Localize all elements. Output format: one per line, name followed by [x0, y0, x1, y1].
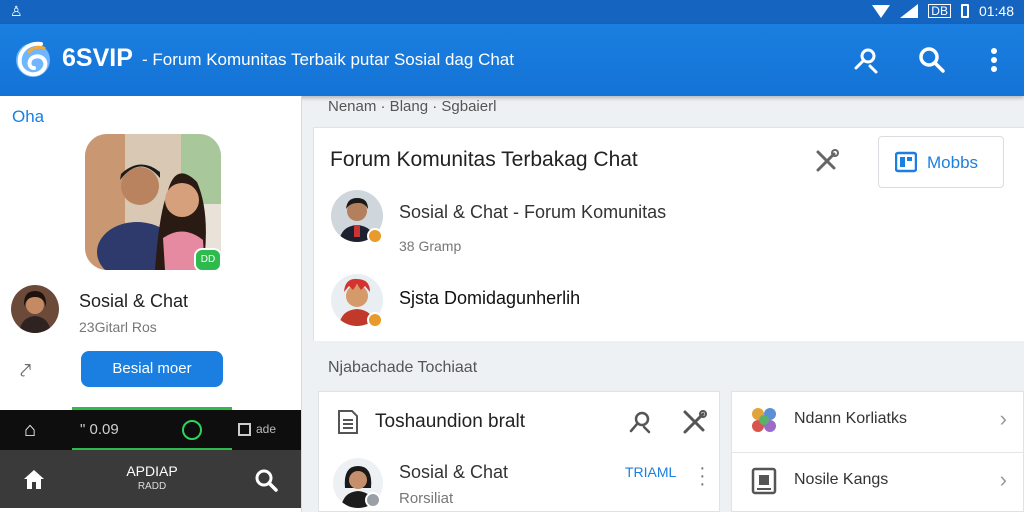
app-brand: 6SVIP	[62, 44, 133, 72]
thread-card-title: Toshaundion bralt	[375, 411, 525, 432]
square-icon[interactable]	[238, 423, 251, 436]
tools-icon[interactable]	[681, 408, 709, 436]
search-icon[interactable]	[254, 468, 278, 492]
mobile-app-icon	[895, 151, 917, 173]
row-title[interactable]: Sjsta Domidagunherlih	[399, 288, 580, 309]
bottom-nav-center-label: APDIAP	[126, 463, 178, 479]
profile-name: Sosial & Chat	[79, 291, 189, 311]
community-icon	[752, 408, 776, 432]
app-subtitle: - Forum Komunitas Terbaik putar Sosial d…	[142, 50, 514, 69]
sidebar-title: Oha	[12, 107, 45, 126]
section-title: Njabachade Tochiaat	[328, 359, 478, 376]
search-person-icon[interactable]	[627, 408, 655, 436]
bottom-nav-center[interactable]: APDIAP RADD	[110, 464, 194, 494]
thread-tab-link[interactable]: TRIAML	[625, 464, 676, 480]
player-time: " 0.09	[80, 421, 119, 438]
primary-action-button[interactable]: Besial moer	[81, 351, 223, 387]
row-title[interactable]: Sosial & Chat - Forum Komunitas	[399, 202, 666, 223]
media-player: ⌂ " 0.09 ade	[0, 407, 301, 450]
profile-avatar[interactable]	[11, 285, 59, 333]
profile-meta: 23Gitarl Ros	[79, 319, 157, 335]
player-right-label: ade	[256, 422, 277, 436]
link-row[interactable]: Nosile Kangs ›	[732, 452, 1024, 510]
search-icon[interactable]	[916, 44, 948, 76]
record-icon[interactable]	[182, 420, 202, 440]
wifi-icon	[872, 4, 891, 18]
home-outline-icon[interactable]: ⌂	[24, 419, 36, 442]
status-time: 01:48	[978, 3, 1014, 19]
status-icons: DB 01:48	[872, 3, 1014, 19]
bottom-nav-center-sub: RADD	[137, 481, 167, 492]
chevron-right-icon: ›	[999, 406, 1007, 431]
verified-badge	[367, 312, 383, 328]
player-progress-top	[72, 407, 232, 410]
mobbs-button[interactable]: Mobbs	[878, 136, 1004, 188]
status-badge	[365, 492, 381, 508]
row-sub: 38 Gramp	[399, 238, 462, 254]
link-label: Nosile Kangs	[794, 471, 889, 488]
thread-item-sub: Rorsiliat	[399, 490, 454, 507]
tools-icon[interactable]: ⤤	[20, 360, 31, 383]
accessibility-icon: ♙	[10, 3, 23, 19]
search-person-icon[interactable]	[850, 44, 882, 76]
thread-item-title[interactable]: Sosial & Chat	[399, 462, 508, 483]
breadcrumb[interactable]: Nenam · Blang · Sgbaierl	[328, 98, 496, 115]
online-badge: DD	[194, 248, 222, 272]
battery-icon	[960, 4, 969, 18]
sidebar: Oha DD Sosial & Chat 23Gitarl Ros ⤤ Besi…	[0, 96, 302, 512]
thread-card: Toshaundion bralt Sosial & Chat Rorsilia…	[318, 391, 720, 512]
links-card: Ndann Korliatks › Nosile Kangs ›	[731, 391, 1024, 512]
link-row[interactable]: Ndann Korliatks ›	[732, 392, 1024, 450]
forum-card-title: Forum Komunitas Terbakag Chat	[330, 148, 638, 171]
forum-card: Forum Komunitas Terbakag Chat Mobbs Sosi…	[313, 127, 1024, 341]
bottom-nav: APDIAP RADD	[0, 450, 301, 508]
document-icon	[338, 410, 358, 434]
chevron-right-icon: ›	[999, 467, 1007, 492]
signal-icon	[900, 4, 919, 18]
home-icon[interactable]	[22, 468, 46, 490]
db-badge: DB	[928, 4, 951, 18]
app-bar: 6SVIP - Forum Komunitas Terbaik putar So…	[0, 24, 1024, 96]
more-vert-icon[interactable]	[978, 44, 1010, 76]
status-bar: ♙ DB 01:48	[0, 0, 1024, 24]
more-vert-icon[interactable]: · · ·	[699, 458, 706, 494]
app-logo-icon[interactable]	[14, 38, 52, 80]
tools-icon[interactable]	[814, 148, 840, 174]
verified-badge	[367, 228, 383, 244]
mobbs-label: Mobbs	[927, 153, 979, 172]
mobile-device-icon	[751, 467, 777, 495]
link-label: Ndann Korliatks	[794, 410, 907, 427]
